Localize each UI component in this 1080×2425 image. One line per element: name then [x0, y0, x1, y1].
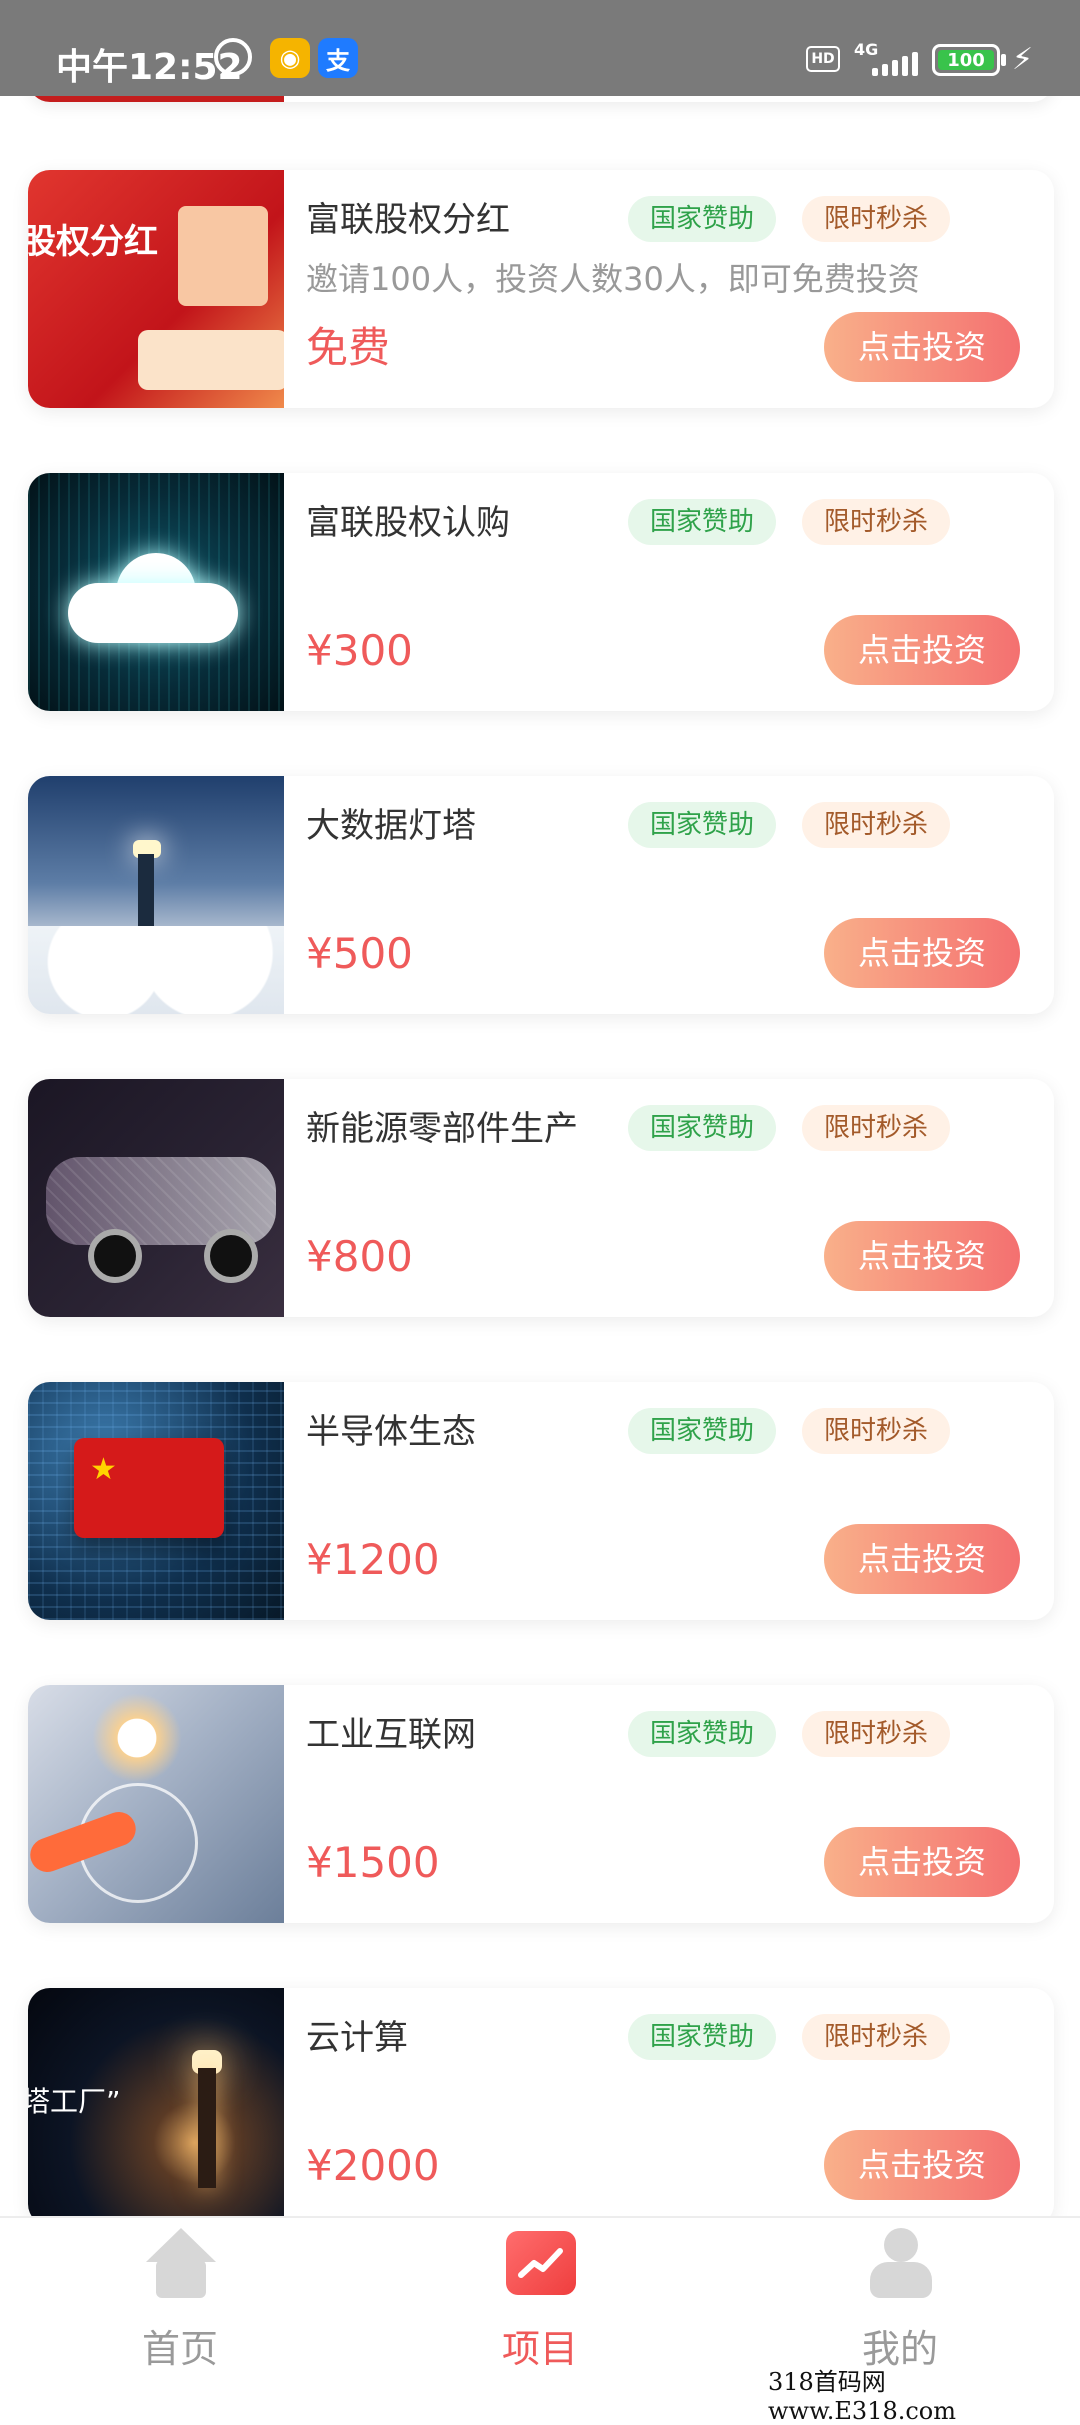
product-price: ¥2000 — [306, 2141, 440, 2190]
battery-icon: 100 — [932, 44, 1000, 76]
product-card[interactable]: 塔工厂” 云计算 国家赞助 限时秒杀 ¥2000 点击投资 — [28, 1988, 1054, 2216]
tag-flash-sale: 限时秒杀 — [802, 1105, 951, 1151]
tag-flash-sale: 限时秒杀 — [802, 196, 951, 242]
product-card[interactable]: ★ 半导体生态 国家赞助 限时秒杀 ¥1200 点击投资 — [28, 1382, 1054, 1620]
user-body — [870, 2262, 932, 2298]
car-wheel — [204, 1229, 258, 1283]
tag-national-sponsor: 国家赞助 — [628, 1408, 777, 1454]
tag-national-sponsor: 国家赞助 — [628, 2014, 777, 2060]
hd-badge: HD — [806, 46, 840, 72]
invest-button[interactable]: 点击投资 — [824, 1524, 1020, 1594]
home-base — [156, 2260, 206, 2298]
watermark-text: 318首码网 www.E318.com — [768, 2368, 957, 2425]
tag-national-sponsor: 国家赞助 — [628, 196, 777, 242]
tag-national-sponsor: 国家赞助 — [628, 1105, 777, 1151]
promo-plate-graphic — [138, 330, 284, 390]
tag-flash-sale: 限时秒杀 — [802, 499, 951, 545]
invest-button[interactable]: 点击投资 — [824, 1221, 1020, 1291]
glow-graphic — [92, 1693, 182, 1783]
partial-card-image — [28, 96, 284, 102]
tag-flash-sale: 限时秒杀 — [802, 1711, 951, 1757]
tag-flash-sale: 限时秒杀 — [802, 2014, 951, 2060]
home-shape — [146, 2228, 216, 2298]
invest-button[interactable]: 点击投资 — [824, 312, 1020, 382]
product-price: 免费 — [306, 323, 391, 372]
product-description: 邀请100人，投资人数30人，即可免费投资 — [306, 260, 920, 298]
nav-label-project: 项目 — [501, 2327, 578, 2371]
product-title: 工业互联网 — [306, 1715, 476, 1755]
alarm-icon — [214, 38, 252, 76]
nav-item-home[interactable]: 首页 — [80, 2218, 280, 2402]
nav-item-project[interactable]: 项目 — [440, 2218, 640, 2402]
tag-flash-sale: 限时秒杀 — [802, 1408, 951, 1454]
status-bar: 中午12:52 ◉ 支 HD 4G 100 ⚡ — [0, 0, 1080, 96]
product-card[interactable]: 工业互联网 国家赞助 限时秒杀 ¥1500 点击投资 — [28, 1685, 1054, 1923]
user-shape — [866, 2228, 936, 2298]
project-shape — [506, 2231, 576, 2295]
product-image-text: 股权分红 — [28, 222, 158, 262]
product-image — [28, 776, 284, 1014]
invest-button[interactable]: 点击投资 — [824, 1827, 1020, 1897]
product-title: 富联股权分红 — [306, 200, 510, 240]
car-wheel — [88, 1229, 142, 1283]
battery-tip — [1001, 54, 1006, 66]
product-price: ¥500 — [306, 929, 413, 978]
product-price: ¥800 — [306, 1232, 413, 1281]
product-title: 大数据灯塔 — [306, 806, 476, 846]
home-icon — [146, 2228, 216, 2298]
product-image: 股权分红 — [28, 170, 284, 408]
product-image: 塔工厂” — [28, 1988, 284, 2216]
user-icon — [866, 2228, 936, 2298]
product-image: ★ — [28, 1382, 284, 1620]
invest-button[interactable]: 点击投资 — [824, 918, 1020, 988]
lighthouse-tower — [198, 2068, 216, 2188]
product-title: 富联股权认购 — [306, 503, 510, 543]
user-head — [884, 2228, 918, 2262]
project-icon — [506, 2228, 576, 2298]
charging-icon: ⚡ — [1012, 42, 1034, 77]
gift-graphic — [178, 206, 268, 306]
nav-label-home: 首页 — [141, 2327, 218, 2371]
product-image — [28, 473, 284, 711]
product-title: 新能源零部件生产 — [306, 1109, 578, 1149]
home-roof — [146, 2228, 216, 2262]
product-image — [28, 1685, 284, 1923]
cloud-shape — [68, 583, 238, 643]
app-notification-icon: 支 — [318, 38, 358, 78]
tag-national-sponsor: 国家赞助 — [628, 1711, 777, 1757]
invest-button[interactable]: 点击投资 — [824, 615, 1020, 685]
product-card[interactable]: 新能源零部件生产 国家赞助 限时秒杀 ¥800 点击投资 — [28, 1079, 1054, 1317]
tag-national-sponsor: 国家赞助 — [628, 802, 777, 848]
product-title: 云计算 — [306, 2018, 408, 2058]
product-card[interactable]: 富联股权认购 国家赞助 限时秒杀 ¥300 点击投资 — [28, 473, 1054, 711]
app-notification-icon: ◉ — [270, 38, 310, 78]
tag-national-sponsor: 国家赞助 — [628, 499, 777, 545]
invest-button[interactable]: 点击投资 — [824, 2130, 1020, 2200]
product-price: ¥300 — [306, 626, 413, 675]
product-price: ¥1500 — [306, 1838, 440, 1887]
tag-flash-sale: 限时秒杀 — [802, 802, 951, 848]
star-icon: ★ — [90, 1452, 117, 1487]
trend-chart-icon — [518, 2248, 563, 2278]
product-list[interactable]: 股权分红 富联股权分红 国家赞助 限时秒杀 邀请100人，投资人数30人，即可免… — [0, 96, 1080, 2216]
product-image — [28, 1079, 284, 1317]
product-image-text: 塔工厂” — [28, 2085, 121, 2118]
signal-icon — [872, 46, 918, 76]
product-title: 半导体生态 — [306, 1412, 476, 1452]
battery-level: 100 — [938, 50, 994, 71]
product-card[interactable]: 大数据灯塔 国家赞助 限时秒杀 ¥500 点击投资 — [28, 776, 1054, 1014]
cloud-layer — [28, 926, 284, 1014]
partial-card — [28, 96, 1054, 102]
product-price: ¥1200 — [306, 1535, 440, 1584]
product-card[interactable]: 股权分红 富联股权分红 国家赞助 限时秒杀 邀请100人，投资人数30人，即可免… — [28, 170, 1054, 408]
